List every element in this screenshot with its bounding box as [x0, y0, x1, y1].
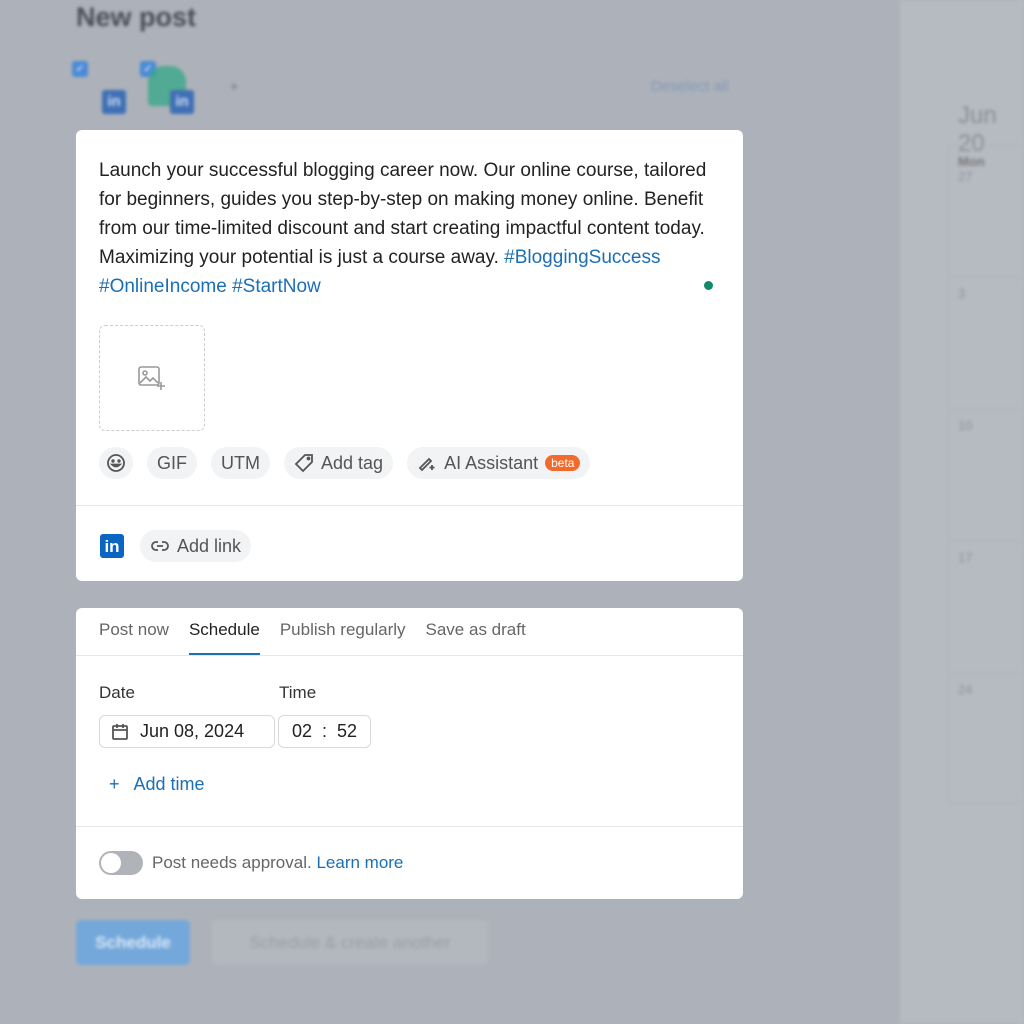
add-account-button[interactable]: +	[230, 78, 238, 94]
approval-label: Post needs approval.	[152, 853, 312, 872]
plus-icon: +	[109, 774, 120, 794]
date-number: 27	[958, 169, 973, 184]
date-label: Date	[99, 683, 135, 702]
date-number: 24	[958, 682, 973, 697]
calendar-cell[interactable]: 3	[948, 277, 1024, 407]
magic-wand-icon	[418, 457, 435, 472]
add-time-button[interactable]: + Add time	[109, 774, 205, 795]
date-value: Jun 08, 2024	[140, 721, 245, 741]
deselect-all-link[interactable]: Deselect all	[651, 78, 729, 95]
link-icon	[151, 541, 169, 551]
hour-field[interactable]: 02	[292, 721, 312, 742]
learn-more-link[interactable]: Learn more	[316, 853, 403, 872]
calendar-cell[interactable]: 24	[948, 673, 1024, 803]
add-tag-button[interactable]: Add tag	[284, 447, 394, 479]
time-separator: :	[321, 721, 327, 741]
post-text-editor[interactable]: Launch your successful blogging career n…	[99, 156, 709, 301]
linkedin-icon: in	[170, 90, 194, 114]
date-input[interactable]: Jun 08, 2024	[99, 715, 275, 748]
calendar-cell[interactable]: 17	[948, 541, 1024, 671]
emoji-button[interactable]	[99, 447, 133, 479]
linkedin-icon: in	[100, 534, 124, 558]
schedule-card: Post now Schedule Publish regularly Save…	[76, 608, 743, 899]
add-media-button[interactable]	[99, 325, 205, 431]
tab-save-as-draft[interactable]: Save as draft	[426, 620, 526, 656]
calendar-cell[interactable]: 10	[948, 409, 1024, 539]
time-input[interactable]: 02:52	[278, 715, 371, 748]
gif-button[interactable]: GIF	[147, 447, 197, 479]
date-number: 10	[958, 418, 973, 433]
tag-icon	[294, 454, 313, 473]
tab-publish-regularly[interactable]: Publish regularly	[280, 620, 406, 656]
account-checkbox[interactable]: ✓	[72, 61, 88, 77]
schedule-create-another-button[interactable]: Schedule & create another	[212, 920, 488, 965]
time-label: Time	[279, 683, 317, 702]
status-dot	[704, 281, 713, 290]
hashtag[interactable]: #BloggingSuccess	[504, 247, 660, 268]
day-label: Mon	[958, 154, 985, 169]
gif-label: GIF	[157, 452, 187, 473]
ai-assistant-button[interactable]: AI Assistant beta	[407, 447, 591, 479]
utm-label: UTM	[221, 452, 260, 473]
utm-button[interactable]: UTM	[211, 447, 270, 479]
hashtag[interactable]: #StartNow	[232, 276, 321, 297]
tab-post-now[interactable]: Post now	[99, 620, 169, 656]
approval-toggle[interactable]	[99, 851, 143, 875]
add-link-label: Add link	[177, 535, 242, 556]
date-number: 3	[958, 286, 966, 301]
page-title: New post	[76, 2, 197, 32]
calendar-panel: Jun 20 Mon 27 3 10 17 24	[900, 0, 1024, 1024]
linkedin-icon: in	[102, 90, 126, 114]
hashtag[interactable]: #OnlineIncome	[99, 276, 227, 297]
add-tag-label: Add tag	[321, 452, 384, 473]
tab-schedule[interactable]: Schedule	[188, 620, 260, 656]
add-link-button[interactable]: Add link	[140, 530, 252, 562]
ai-assistant-label: AI Assistant	[444, 452, 539, 473]
divider	[76, 655, 743, 656]
minute-field[interactable]: 52	[337, 721, 357, 742]
approval-text: Post needs approval. Learn more	[152, 853, 403, 873]
divider	[76, 505, 743, 506]
add-image-icon	[138, 366, 165, 390]
date-number: 17	[958, 550, 973, 565]
divider	[76, 826, 743, 827]
calendar-cell[interactable]: Mon 27	[948, 145, 1024, 275]
calendar-icon	[112, 723, 128, 740]
emoji-icon	[107, 454, 125, 472]
beta-badge: beta	[545, 455, 581, 471]
add-time-label: Add time	[133, 774, 205, 794]
composer-card: Launch your successful blogging career n…	[76, 130, 743, 581]
schedule-button[interactable]: Schedule	[76, 920, 190, 965]
publish-tabs: Post now Schedule Publish regularly Save…	[99, 620, 526, 656]
